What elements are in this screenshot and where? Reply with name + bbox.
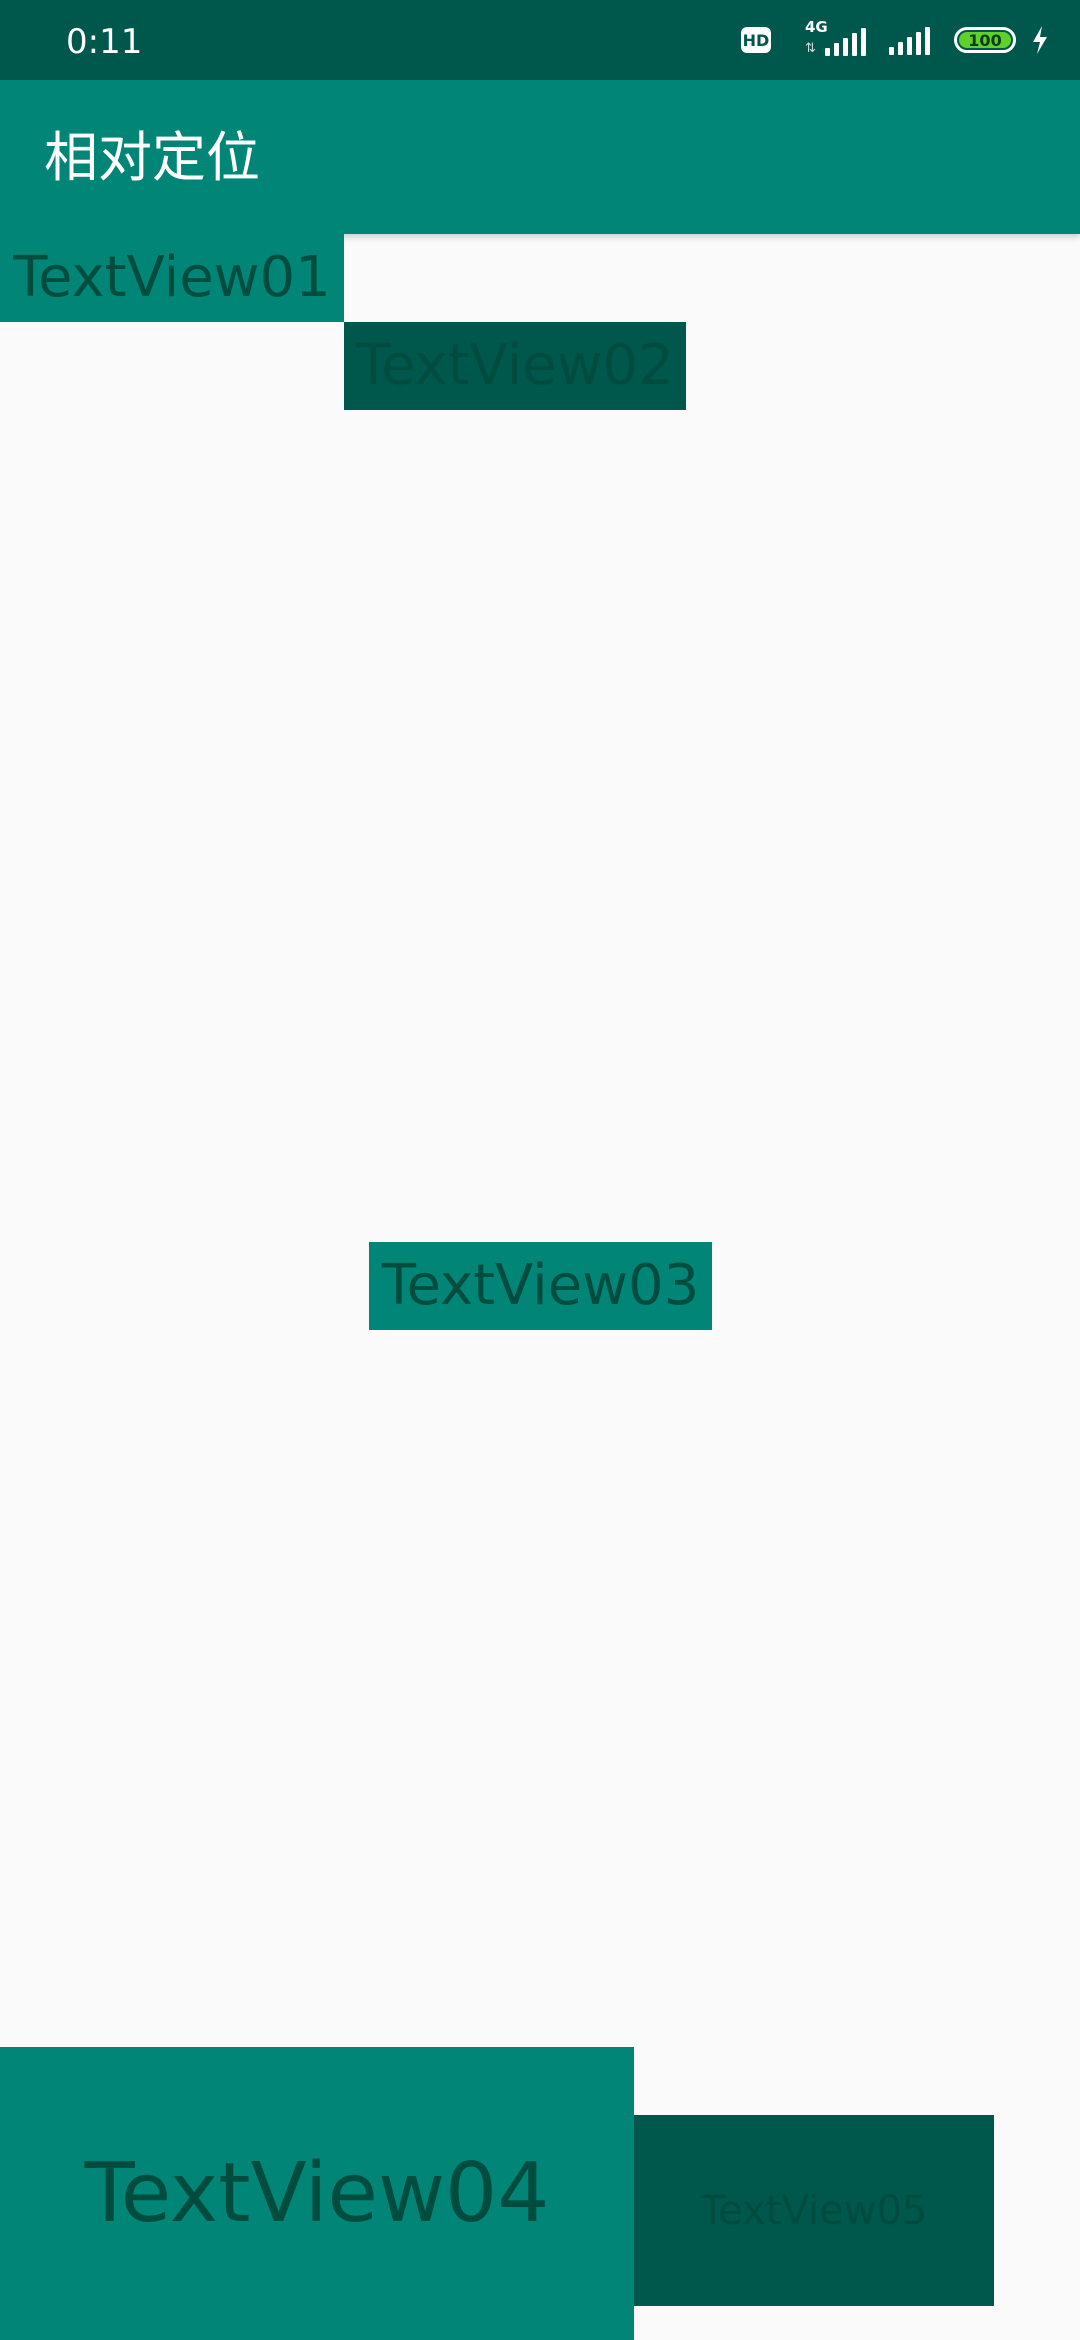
textview-03: TextView03 <box>369 1242 712 1330</box>
textview-05: TextView05 <box>634 2115 994 2306</box>
signal-strength-icon-2 <box>889 25 930 55</box>
status-bar: 0:11 HD 4G ⇅ 100 <box>0 0 1080 80</box>
battery-icon: 100 <box>954 27 1016 53</box>
textview-04: TextView04 <box>0 2047 634 2340</box>
charging-bolt-icon <box>1033 26 1047 54</box>
network-4g-icon: 4G ⇅ <box>805 18 866 60</box>
data-activity-icon: ⇅ <box>805 40 816 55</box>
battery-level: 100 <box>959 31 1011 50</box>
status-icons: HD 4G ⇅ 100 <box>741 18 1050 60</box>
signal-strength-icon <box>825 26 866 56</box>
textview-01: TextView01 <box>0 234 344 322</box>
page-title: 相对定位 <box>44 126 260 189</box>
hd-icon: HD <box>741 27 771 53</box>
textview-02: TextView02 <box>344 322 686 410</box>
status-time: 0:11 <box>66 22 143 62</box>
app-bar: 相对定位 <box>0 80 1080 234</box>
